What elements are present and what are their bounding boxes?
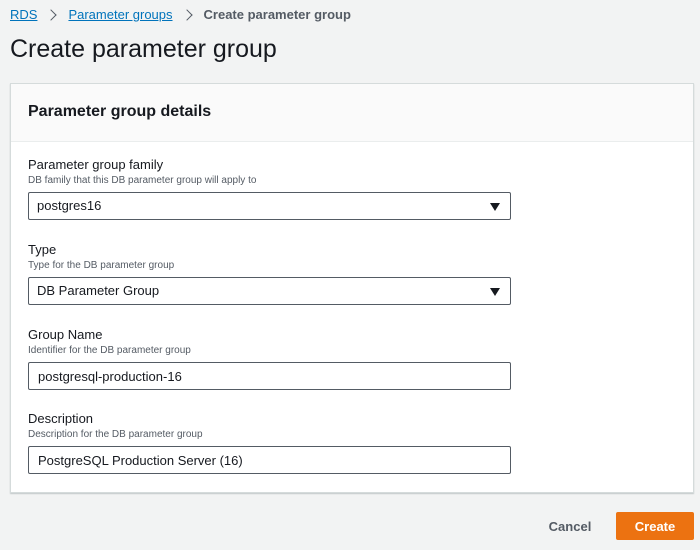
chevron-right-icon (180, 9, 193, 21)
group-name-field: Group Name Identifier for the DB paramet… (28, 327, 511, 390)
description-input[interactable] (28, 446, 511, 474)
type-select[interactable]: DB Parameter Group (28, 277, 511, 305)
caret-down-icon (490, 203, 500, 211)
breadcrumb: RDS Parameter groups Create parameter gr… (10, 7, 351, 23)
parameter-group-details-panel: Parameter group details Parameter group … (10, 83, 694, 493)
chevron-right-icon (45, 9, 58, 21)
breadcrumb-link-parameter-groups[interactable]: Parameter groups (68, 7, 172, 23)
select-value: postgres16 (37, 198, 102, 213)
caret-down-icon (490, 288, 500, 296)
select-value: DB Parameter Group (37, 283, 160, 298)
parameter-group-family-field: Parameter group family DB family that th… (28, 157, 511, 220)
panel-title: Parameter group details (28, 103, 212, 120)
field-description: Description for the DB parameter group (28, 429, 203, 440)
field-description: Type for the DB parameter group (28, 260, 175, 271)
field-label: Type (28, 242, 57, 257)
panel-header: Parameter group details (11, 84, 693, 142)
field-label: Description (28, 411, 94, 426)
page-title: Create parameter group (10, 35, 277, 63)
breadcrumb-current: Create parameter group (203, 7, 351, 22)
type-field: Type Type for the DB parameter group DB … (28, 242, 511, 305)
field-description: Identifier for the DB parameter group (28, 345, 191, 356)
field-label: Group Name (28, 327, 103, 342)
breadcrumb-link-rds[interactable]: RDS (10, 7, 37, 23)
group-name-input[interactable] (28, 362, 511, 390)
field-label: Parameter group family (28, 157, 164, 172)
field-description: DB family that this DB parameter group w… (28, 175, 257, 186)
cancel-button[interactable]: Cancel (540, 513, 600, 539)
parameter-group-family-select[interactable]: postgres16 (28, 192, 511, 220)
create-button[interactable]: Create (616, 512, 694, 540)
description-field: Description Description for the DB param… (28, 411, 511, 474)
